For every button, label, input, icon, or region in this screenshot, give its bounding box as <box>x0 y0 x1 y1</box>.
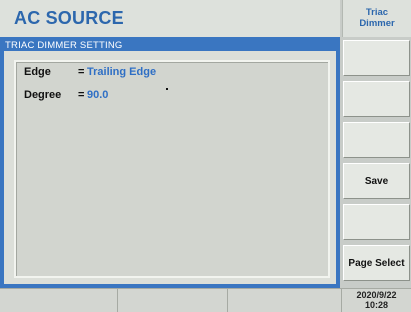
edge-value[interactable]: Trailing Edge <box>87 66 156 78</box>
app-title: AC SOURCE <box>14 8 124 28</box>
softkey-3[interactable] <box>343 122 410 158</box>
degree-label: Degree <box>24 89 62 101</box>
mode-label: Triac Dimmer <box>342 0 411 37</box>
degree-equals: = <box>78 89 85 101</box>
page-select-button[interactable]: Page Select <box>343 245 410 281</box>
edge-equals: = <box>78 66 85 78</box>
datetime-display: 2020/9/22 10:28 <box>342 289 411 312</box>
panel-title: TRIAC DIMMER SETTING <box>5 40 123 51</box>
save-button[interactable]: Save <box>343 163 410 199</box>
degree-value[interactable]: 90.0 <box>87 89 108 101</box>
status-cell-2 <box>118 289 228 312</box>
edge-label: Edge <box>24 66 51 78</box>
status-time: 10:28 <box>364 299 389 310</box>
mode-label-line1: Triac <box>365 7 389 18</box>
softkey-2[interactable] <box>343 81 410 117</box>
status-bar: 2020/9/22 10:28 <box>0 288 411 312</box>
header-bar: AC SOURCE <box>0 0 340 37</box>
status-cell-3 <box>228 289 342 312</box>
softkey-5[interactable] <box>343 204 410 240</box>
settings-panel: TRIAC DIMMER SETTING <box>0 37 340 288</box>
softkey-1[interactable] <box>343 40 410 76</box>
cursor-dot-icon <box>166 88 168 90</box>
settings-box <box>14 60 330 278</box>
panel-body <box>4 51 336 284</box>
mode-label-line2: Dimmer <box>359 18 395 29</box>
status-cell-1 <box>0 289 118 312</box>
